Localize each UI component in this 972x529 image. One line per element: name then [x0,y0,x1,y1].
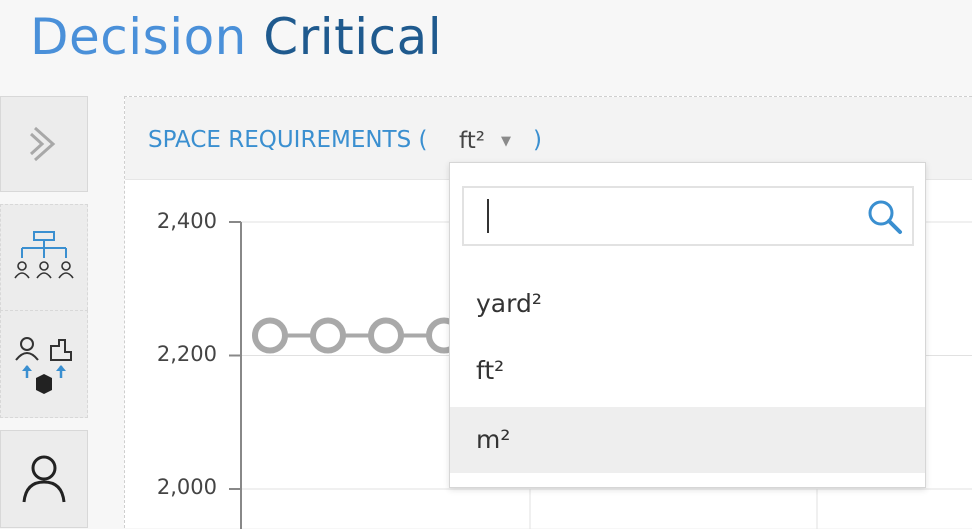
unit-search-input[interactable] [482,198,846,236]
panel-title-close: ) [533,127,542,153]
search-icon[interactable] [866,198,904,236]
sidebar-item-org-chart[interactable] [0,204,88,310]
sidebar-item-user[interactable] [0,430,88,528]
sidebar-expand-button[interactable] [0,96,88,192]
people-facility-transfer-icon [15,337,72,394]
app-logo: Decision Critical [30,8,442,66]
unit-search-box [462,186,914,246]
caret-down-icon: ▼ [500,133,511,149]
sidebar-item-people-facilities[interactable] [0,310,88,418]
unit-option-m2[interactable]: m² [450,407,925,473]
panel-title: SPACE REQUIREMENTS ( [148,127,428,153]
data-point [368,317,404,354]
text-cursor [487,199,489,233]
chevron-right-icon [29,126,56,162]
unit-option-ft2[interactable]: ft² [450,338,925,404]
logo-word-critical: Critical [263,8,443,66]
unit-option-yard2[interactable]: yard² [450,271,925,337]
data-point [310,317,346,354]
unit-selector[interactable]: ft² ▼ [459,125,511,157]
org-chart-icon [14,230,74,278]
user-icon [22,455,66,503]
unit-dropdown: yard² ft² m² [449,162,926,488]
data-point [252,317,288,354]
unit-selected-value: ft² [459,128,485,154]
logo-word-decision: Decision [30,8,247,66]
